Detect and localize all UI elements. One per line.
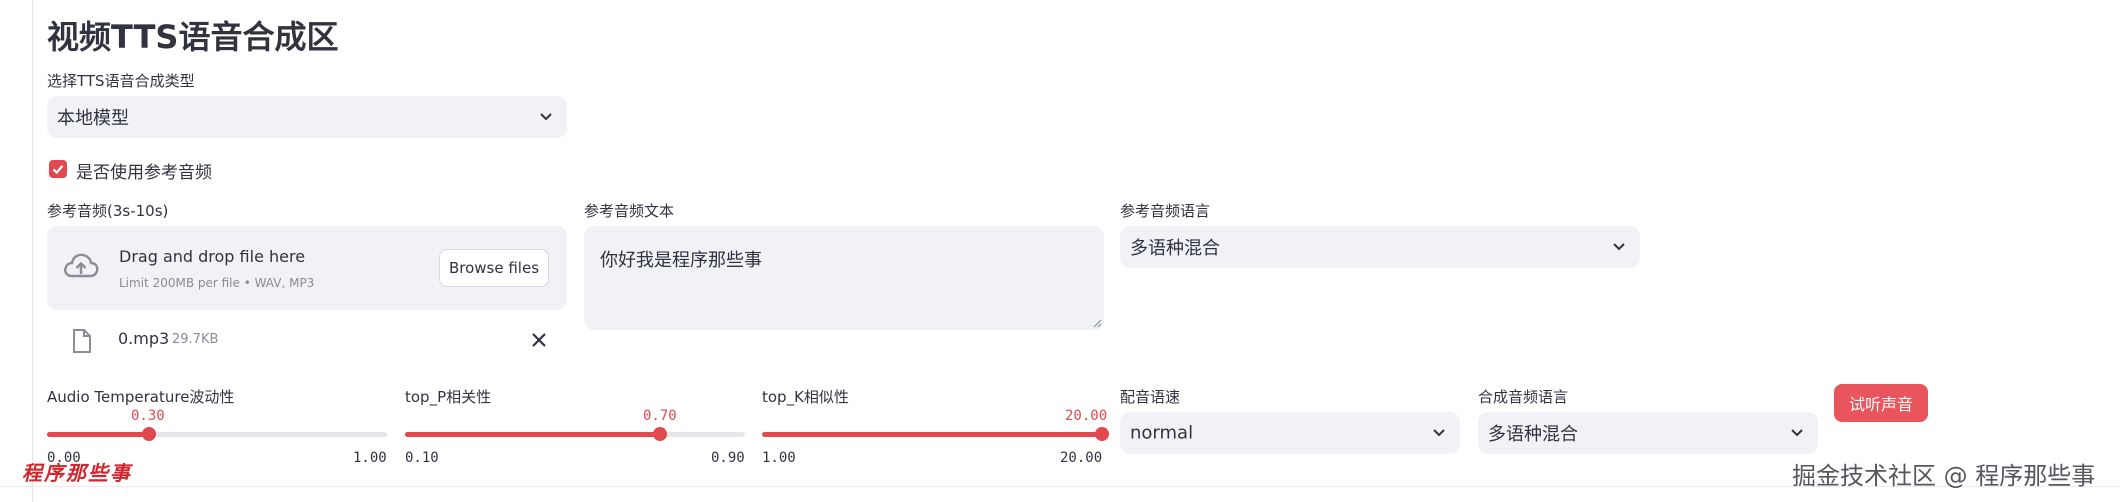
ref-audio-dropzone[interactable]: Drag and drop file here Limit 200MB per … (47, 226, 567, 310)
ref-lang-value: 多语种混合 (1130, 238, 1220, 259)
ref-text-value: 你好我是程序那些事 (600, 250, 762, 271)
temperature-slider[interactable] (47, 427, 387, 441)
check-icon (52, 165, 64, 175)
top-k-slider[interactable] (762, 427, 1109, 441)
ref-text-area[interactable]: 你好我是程序那些事 (584, 226, 1104, 330)
top-p-slider-fill (405, 432, 660, 437)
left-divider (32, 0, 33, 502)
speed-label: 配音语速 (1120, 388, 1181, 406)
top-k-label: top_K相似性 (762, 388, 849, 406)
top-k-slider-fill (762, 432, 1102, 437)
use-reference-checkbox[interactable] (49, 160, 67, 178)
synth-lang-select[interactable]: 多语种混合 (1478, 412, 1818, 454)
ref-text-label: 参考音频文本 (584, 202, 675, 220)
synth-lang-value: 多语种混合 (1488, 424, 1578, 445)
top-k-slider-thumb[interactable] (1095, 427, 1109, 441)
preview-voice-button[interactable]: 试听声音 (1834, 384, 1928, 422)
top-k-value: 20.00 (1065, 408, 1108, 424)
chevron-down-icon (540, 113, 552, 121)
tts-type-label: 选择TTS语音合成类型 (47, 72, 195, 90)
uploaded-file-name: 0.mp3 (118, 329, 170, 348)
temperature-slider-thumb[interactable] (142, 427, 156, 441)
top-p-max: 0.90 (711, 450, 745, 466)
top-k-min: 1.00 (762, 450, 796, 466)
chevron-down-icon (1613, 243, 1625, 251)
tts-type-value: 本地模型 (57, 108, 129, 129)
temperature-max: 1.00 (353, 450, 387, 466)
file-icon (73, 329, 91, 353)
ref-lang-label: 参考音频语言 (1120, 202, 1211, 220)
uploaded-file-size: 29.7KB (172, 332, 219, 347)
top-k-max: 20.00 (1060, 450, 1103, 466)
speed-value: normal (1130, 422, 1194, 444)
dropzone-limit: Limit 200MB per file • WAV, MP3 (119, 276, 315, 290)
browse-files-button[interactable]: Browse files (439, 249, 549, 287)
chevron-down-icon (1791, 429, 1803, 437)
page-title: 视频TTS语音合成区 (47, 18, 339, 56)
ref-lang-select[interactable]: 多语种混合 (1120, 226, 1640, 268)
cloud-upload-icon (64, 253, 99, 278)
top-p-slider-thumb[interactable] (653, 427, 667, 441)
use-reference-label: 是否使用参考音频 (76, 163, 212, 183)
chevron-down-icon (1433, 429, 1445, 437)
synth-lang-label: 合成音频语言 (1478, 388, 1569, 406)
ref-audio-label: 参考音频(3s-10s) (47, 202, 169, 220)
close-icon[interactable] (530, 331, 548, 349)
watermark-right: 掘金技术社区 @ 程序那些事 (1792, 462, 2096, 490)
top-p-slider[interactable] (405, 427, 745, 441)
temperature-slider-fill (47, 432, 149, 437)
dropzone-text: Drag and drop file here (119, 247, 306, 266)
watermark-left: 程序那些事 (22, 461, 132, 485)
speed-select[interactable]: normal (1120, 412, 1460, 454)
top-p-min: 0.10 (405, 450, 439, 466)
temperature-value: 0.30 (131, 408, 165, 424)
tts-type-select[interactable]: 本地模型 (47, 96, 567, 138)
temperature-label: Audio Temperature波动性 (47, 388, 235, 406)
top-p-label: top_P相关性 (405, 388, 492, 406)
resize-handle-icon[interactable] (1092, 318, 1102, 328)
top-p-value: 0.70 (643, 408, 677, 424)
